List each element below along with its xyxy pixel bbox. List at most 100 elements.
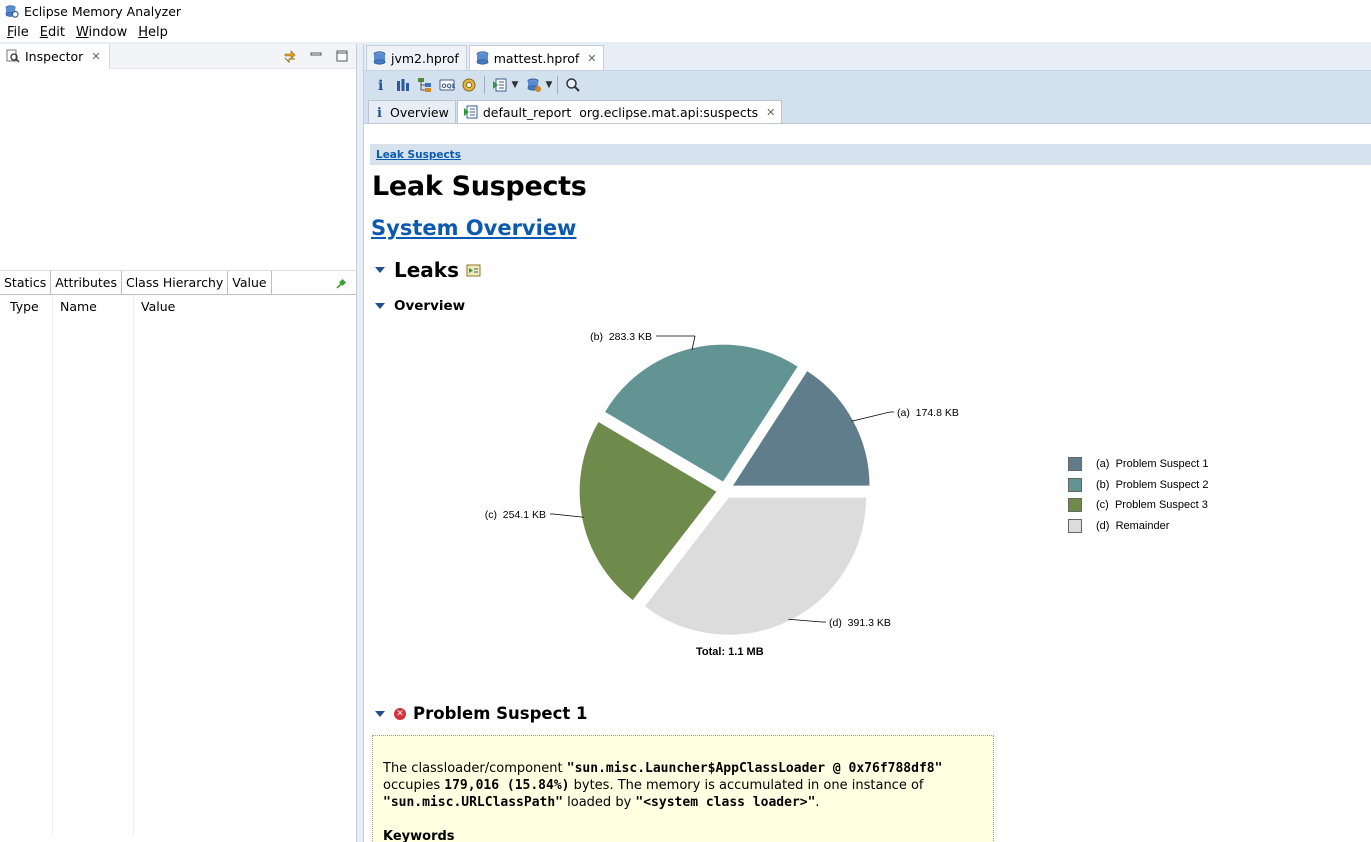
column-name[interactable]: Name (53, 295, 134, 835)
legend-id: (c) (1096, 499, 1109, 512)
page-title: Leak Suspects (372, 171, 587, 202)
breadcrumb: Leak Suspects (370, 144, 1371, 165)
svg-text:OQL: OQL (442, 83, 456, 90)
editor-area: jvm2.hprof mattest.hprof ✕ i OQL ▼ ▼ i O… (363, 44, 1371, 842)
inspector-view-tools (282, 48, 350, 64)
tab-default-report[interactable]: default_report org.eclipse.mat.api:suspe… (456, 100, 783, 123)
menu-file[interactable]: File (2, 25, 35, 40)
error-icon: ✕ (394, 707, 406, 720)
tab-label: mattest.hprof (493, 50, 580, 66)
desc-text: loaded by (563, 795, 636, 810)
query-browser-icon[interactable] (523, 74, 545, 96)
legend-id: (a) (1096, 458, 1110, 471)
legend-swatch (1068, 457, 1082, 472)
legend-swatch (1068, 477, 1082, 492)
system-overview-link[interactable]: System Overview (371, 216, 1371, 240)
legend-label: Problem Suspect 2 (1115, 478, 1209, 491)
menu-help[interactable]: Help (133, 25, 174, 40)
breadcrumb-link[interactable]: Leak Suspects (376, 149, 461, 161)
tab-value[interactable]: Value (228, 271, 272, 294)
loader-name: "<system class loader>" (635, 795, 816, 810)
inspector-tabbar: Inspector ✕ (0, 43, 356, 69)
inspector-table: Type Name Value (0, 295, 356, 835)
legend-id: (b) (1096, 478, 1110, 491)
tab-attributes[interactable]: Attributes (51, 271, 122, 294)
collapse-toggle-icon[interactable] (375, 267, 385, 273)
problem-suspect-heading: Problem Suspect 1 (413, 704, 588, 723)
pie-chart-svg: (a) 174.8 KB (b) 283.3 KB (c) 254.1 KB (d) … (485, 331, 959, 636)
collapse-toggle-icon[interactable] (375, 710, 385, 717)
tab-label: default_report org.eclipse.mat.api:suspe… (482, 104, 759, 120)
inspector-view: Inspector ✕ Statics Attributes Class Hie… (0, 43, 357, 842)
tab-jvm2-hprof[interactable]: jvm2.hprof (366, 45, 467, 70)
dominator-tree-icon[interactable] (414, 74, 436, 96)
desc-text: bytes. The memory is accumulated in one … (569, 778, 924, 793)
editor-tabbar: jvm2.hprof mattest.hprof ✕ (364, 44, 1371, 70)
close-icon[interactable]: ✕ (91, 50, 100, 63)
legend-swatch (1068, 518, 1082, 533)
menu-edit[interactable]: Edit (35, 25, 71, 40)
legend-item: (a) Problem Suspect 1 (1068, 454, 1209, 475)
histogram-icon[interactable] (392, 74, 414, 96)
overview-heading: Overview (394, 298, 466, 314)
desc-text: . (815, 795, 820, 810)
legend-label: Problem Suspect 1 (1115, 458, 1209, 471)
menu-bar: File Edit Window Help (0, 22, 1371, 42)
pie-leader-line (788, 618, 823, 623)
info-icon[interactable]: i (370, 74, 392, 96)
tab-class-hierarchy[interactable]: Class Hierarchy (121, 271, 229, 294)
legend-swatch (1068, 498, 1082, 513)
pin-icon[interactable] (336, 277, 347, 292)
chart-legend: (a) Problem Suspect 1 (b) Problem Suspec… (1068, 454, 1209, 536)
inspector-subtabs: Statics Attributes Class Hierarchy Value (0, 270, 356, 295)
maximize-icon[interactable] (334, 48, 350, 64)
tab-mattest-hprof[interactable]: mattest.hprof ✕ (468, 45, 605, 70)
report-icon (463, 105, 478, 119)
problem-suspect-description: The classloader/component "sun.misc.Laun… (372, 735, 994, 842)
keywords-heading: Keywords (383, 829, 455, 842)
pie-leader-line (851, 411, 891, 422)
details-icon[interactable] (466, 264, 481, 277)
tab-label: jvm2.hprof (391, 50, 459, 66)
classloader-name: "sun.misc.Launcher$AppClassLoader @ 0x76… (566, 761, 943, 776)
svg-text:i: i (378, 78, 383, 93)
chart-total: Total: 1.1 MB (696, 646, 764, 658)
run-report-icon[interactable] (489, 74, 511, 96)
pie-slice-label: (d) 391.3 KB (829, 617, 891, 629)
problem-suspect-header: ✕ Problem Suspect 1 (370, 704, 1371, 723)
toolbar-separator (484, 75, 485, 94)
sync-icon[interactable] (282, 48, 298, 64)
collapse-toggle-icon[interactable] (375, 303, 385, 309)
close-icon[interactable]: ✕ (587, 52, 596, 65)
close-icon[interactable]: ✕ (766, 106, 775, 119)
svg-text:i: i (377, 106, 382, 119)
heap-dump-icon (373, 50, 386, 65)
inspector-tab-label: Inspector (25, 48, 84, 64)
menu-window[interactable]: Window (71, 25, 133, 40)
inspector-icon (6, 49, 20, 63)
pie-leader-line (552, 513, 584, 518)
column-type[interactable]: Type (0, 295, 53, 835)
title-bar: Eclipse Memory Analyzer (0, 0, 1371, 22)
thread-overview-icon[interactable] (458, 74, 480, 96)
inspector-tab[interactable]: Inspector ✕ (0, 43, 110, 69)
retained-bytes: 179,016 (15.84%) (444, 778, 570, 793)
legend-item: (c) Problem Suspect 3 (1068, 495, 1209, 516)
leaks-heading: Leaks (394, 258, 460, 282)
leaks-section-header: Leaks (370, 258, 1371, 282)
column-value[interactable]: Value (134, 295, 356, 835)
tab-statics[interactable]: Statics (0, 271, 52, 294)
chevron-down-icon[interactable]: ▼ (545, 80, 553, 90)
heap-dump-icon (476, 50, 489, 65)
minimize-icon[interactable] (308, 48, 324, 64)
search-icon[interactable] (562, 74, 584, 96)
report-page-tabbar: i Overview default_report org.eclipse.ma… (364, 98, 1371, 124)
leak-pie-chart: (a) 174.8 KB (b) 283.3 KB (c) 254.1 KB (d) … (370, 314, 1370, 684)
pie-slice-label: (b) 283.3 KB (590, 331, 652, 343)
tab-overview[interactable]: i Overview (368, 100, 456, 123)
chevron-down-icon[interactable]: ▼ (511, 80, 519, 90)
pie-slice-label: (c) 254.1 KB (485, 509, 546, 521)
legend-label: Problem Suspect 3 (1114, 499, 1208, 512)
oql-icon[interactable]: OQL (436, 74, 458, 96)
desc-text: occupies (383, 778, 445, 793)
